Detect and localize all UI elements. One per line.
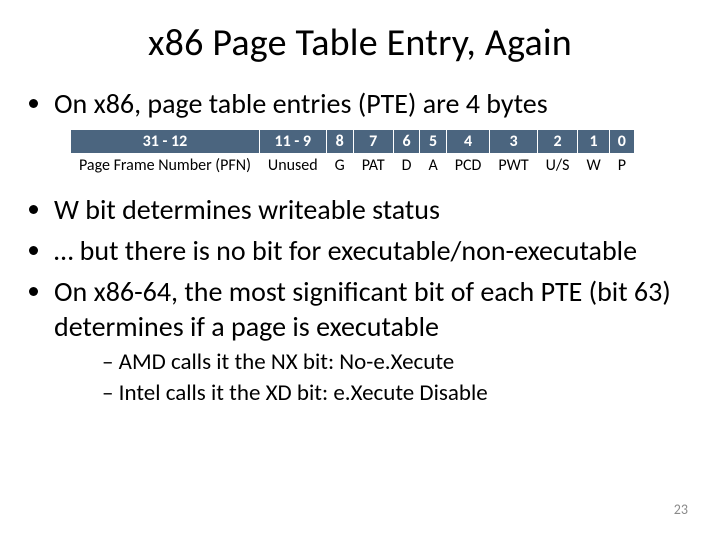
pte-d-5: A: [420, 154, 446, 178]
pte-h-6: 4: [446, 130, 490, 154]
pte-d-6: PCD: [446, 154, 490, 178]
pte-data-row: Page Frame Number (PFN) Unused G PAT D A…: [71, 154, 635, 178]
pte-h-1: 11 - 9: [259, 130, 326, 154]
pte-h-4: 6: [393, 130, 420, 154]
sub-bullet-list: AMD calls it the NX bit: No-e.Xecute Int…: [54, 348, 690, 408]
bullet-list-after: W bit determines writeable status … but …: [30, 192, 690, 408]
pte-d-1: Unused: [259, 154, 326, 178]
pte-d-3: PAT: [353, 154, 393, 178]
slide: x86 Page Table Entry, Again On x86, page…: [0, 0, 720, 540]
pte-h-7: 3: [490, 130, 537, 154]
page-number: 23: [674, 501, 688, 518]
bullet-exec: … but there is no bit for executable/non…: [54, 233, 690, 268]
pte-h-5: 5: [420, 130, 446, 154]
pte-d-9: W: [578, 154, 609, 178]
slide-title: x86 Page Table Entry, Again: [30, 20, 690, 66]
pte-h-0: 31 - 12: [71, 130, 260, 154]
pte-d-8: U/S: [537, 154, 578, 178]
bullet-x8664-text: On x86-64, the most significant bit of e…: [54, 274, 671, 344]
sub-nx: AMD calls it the NX bit: No-e.Xecute: [102, 348, 690, 377]
pte-h-3: 7: [353, 130, 393, 154]
pte-h-2: 8: [326, 130, 353, 154]
pte-h-10: 0: [609, 130, 634, 154]
pte-d-10: P: [609, 154, 634, 178]
pte-h-9: 1: [578, 130, 609, 154]
pte-d-2: G: [326, 154, 353, 178]
bullet-list-top: On x86, page table entries (PTE) are 4 b…: [30, 86, 690, 121]
bullet-x8664: On x86-64, the most significant bit of e…: [54, 274, 690, 408]
pte-table: 31 - 12 11 - 9 8 7 6 5 4 3 2 1 0 Page Fr…: [70, 129, 635, 178]
pte-d-4: D: [393, 154, 420, 178]
sub-xd: Intel calls it the XD bit: e.Xecute Disa…: [102, 379, 690, 408]
bullet-intro: On x86, page table entries (PTE) are 4 b…: [54, 86, 690, 121]
bullet-w: W bit determines writeable status: [54, 192, 690, 227]
pte-d-0: Page Frame Number (PFN): [71, 154, 260, 178]
pte-d-7: PWT: [490, 154, 537, 178]
pte-header-row: 31 - 12 11 - 9 8 7 6 5 4 3 2 1 0: [71, 130, 635, 154]
pte-h-8: 2: [537, 130, 578, 154]
